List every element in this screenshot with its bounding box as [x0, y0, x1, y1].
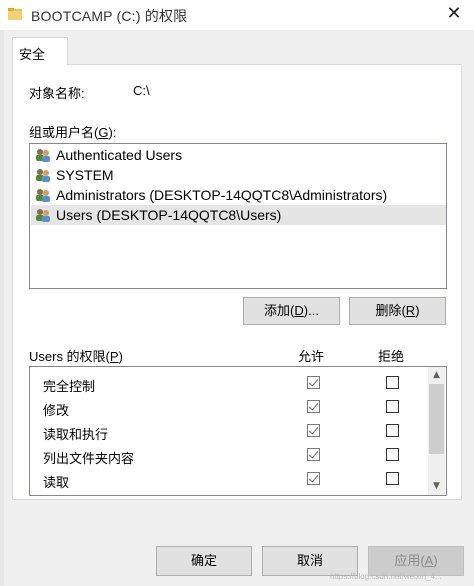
user-group-icon	[35, 168, 51, 182]
list-item-selected[interactable]: Users (DESKTOP-14QQTC8\Users)	[31, 205, 446, 225]
permission-name: 修改	[43, 403, 70, 418]
close-icon[interactable]: ✕	[440, 3, 468, 25]
object-name-label: 对象名称:	[29, 86, 85, 101]
object-name-value: C:\	[133, 83, 150, 98]
permissions-label: Users 的权限(P)	[29, 349, 123, 364]
allow-checkbox[interactable]	[307, 448, 320, 461]
permission-name: 完全控制	[43, 379, 96, 394]
allow-checkbox[interactable]	[307, 472, 320, 485]
permission-row: 读取	[30, 467, 430, 491]
permission-row: 修改	[30, 395, 430, 419]
user-group-icon	[35, 188, 51, 202]
watermark: https://blog.csdn.net/weixin_4...	[330, 572, 442, 581]
permissions-scrollbar[interactable]: ▲ ▼	[428, 367, 445, 495]
permission-row: 列出文件夹内容	[30, 443, 430, 467]
ok-button[interactable]: 确定	[156, 546, 252, 576]
deny-checkbox[interactable]	[386, 376, 399, 389]
deny-checkbox[interactable]	[386, 400, 399, 413]
permissions-list: 完全控制 修改 读取和执行 列出文件夹内容 读取 写入	[29, 366, 447, 496]
deny-checkbox[interactable]	[386, 472, 399, 485]
user-name: Users (DESKTOP-14QQTC8\Users)	[56, 207, 282, 223]
remove-button[interactable]: 删除(R)	[349, 297, 446, 325]
left-edge	[0, 30, 4, 586]
folder-icon	[8, 8, 22, 20]
user-group-icon	[35, 148, 51, 162]
tab-security[interactable]: 安全	[12, 37, 68, 65]
user-name: SYSTEM	[56, 167, 114, 183]
permission-row: 写入	[30, 491, 430, 495]
permission-row: 读取和执行	[30, 419, 430, 443]
permission-name: 读取和执行	[43, 427, 109, 442]
add-button[interactable]: 添加(D)...	[243, 297, 340, 325]
deny-column-header: 拒绝	[378, 349, 405, 364]
permission-name: 列出文件夹内容	[43, 451, 135, 466]
list-item[interactable]: Administrators (DESKTOP-14QQTC8\Administ…	[31, 185, 446, 205]
user-group-icon	[35, 208, 51, 222]
allow-checkbox[interactable]	[307, 376, 320, 389]
deny-checkbox[interactable]	[386, 448, 399, 461]
allow-checkbox[interactable]	[307, 424, 320, 437]
list-item[interactable]: SYSTEM	[31, 165, 446, 185]
scroll-down-icon[interactable]: ▼	[428, 478, 445, 495]
user-name: Authenticated Users	[56, 147, 183, 163]
deny-checkbox[interactable]	[386, 424, 399, 437]
scroll-up-icon[interactable]: ▲	[428, 367, 445, 384]
users-list[interactable]: Authenticated Users SYSTEM Administrator…	[29, 143, 447, 289]
scroll-thumb[interactable]	[429, 384, 444, 454]
window-title: BOOTCAMP (C:) 的权限	[31, 8, 188, 24]
allow-checkbox[interactable]	[307, 400, 320, 413]
user-name: Administrators (DESKTOP-14QQTC8\Administ…	[56, 187, 388, 203]
allow-column-header: 允许	[298, 349, 325, 364]
users-list-label: 组或用户名(G):	[29, 125, 117, 140]
permission-row: 完全控制	[30, 371, 430, 395]
list-item[interactable]: Authenticated Users	[31, 145, 446, 165]
permission-name: 读取	[43, 475, 70, 490]
title-bar: BOOTCAMP (C:) 的权限 ✕	[0, 0, 474, 30]
